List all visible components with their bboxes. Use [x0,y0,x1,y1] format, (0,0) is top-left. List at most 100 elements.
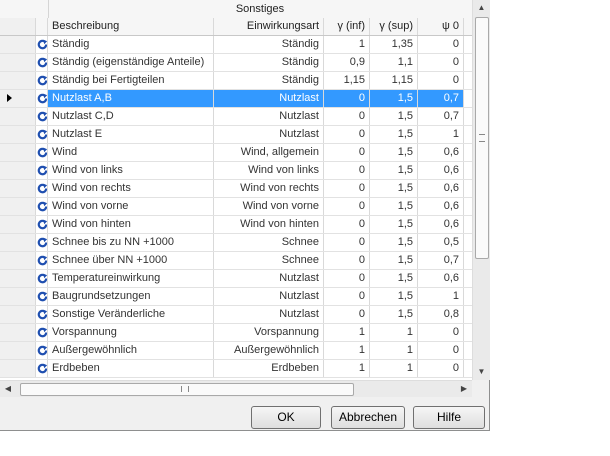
cell-gamma-inf[interactable]: 0 [324,162,370,179]
cell-psi0[interactable]: 0,7 [418,252,464,269]
cell-einwirkungsart[interactable]: Nutzlast [214,306,324,323]
cell-psi0[interactable]: 0 [418,72,464,89]
cell-gamma-sup[interactable]: 1,5 [370,90,418,107]
cell-gamma-inf[interactable]: 0 [324,234,370,251]
cell-psi0[interactable]: 0 [418,36,464,53]
table-row[interactable]: Nutzlast C,D Nutzlast 0 1,5 0,7 [0,108,472,126]
cell-einwirkungsart[interactable]: Ständig [214,72,324,89]
cell-beschreibung[interactable]: Wind von hinten [48,216,214,233]
cell-gamma-sup[interactable]: 1,5 [370,162,418,179]
cell-gamma-inf[interactable]: 1 [324,36,370,53]
refresh-icon[interactable] [36,198,48,215]
row-selector[interactable] [0,342,36,359]
cell-psi0[interactable]: 0 [418,342,464,359]
cell-gamma-inf[interactable]: 0 [324,252,370,269]
refresh-icon[interactable] [36,144,48,161]
cell-beschreibung[interactable]: Wind von links [48,162,214,179]
horizontal-scroll-thumb[interactable] [20,383,354,396]
refresh-icon[interactable] [36,270,48,287]
refresh-icon[interactable] [36,54,48,71]
table-row[interactable]: Ständig Ständig 1 1,35 0 [0,36,472,54]
cell-beschreibung[interactable]: Temperatureinwirkung [48,270,214,287]
cell-gamma-inf[interactable]: 0 [324,306,370,323]
row-selector[interactable] [0,306,36,323]
column-header-beschreibung[interactable]: Beschreibung [48,18,214,35]
cell-gamma-inf[interactable]: 0,9 [324,54,370,71]
cell-beschreibung[interactable]: Sonstige Veränderliche [48,306,214,323]
cell-gamma-sup[interactable]: 1,5 [370,270,418,287]
cell-gamma-sup[interactable]: 1 [370,324,418,341]
cell-einwirkungsart[interactable]: Vorspannung [214,324,324,341]
ok-button[interactable]: OK [251,406,321,429]
cell-gamma-inf[interactable]: 1 [324,324,370,341]
refresh-icon[interactable] [36,108,48,125]
cell-gamma-inf[interactable]: 0 [324,126,370,143]
cell-beschreibung[interactable]: Ständig [48,36,214,53]
refresh-icon[interactable] [36,126,48,143]
scroll-right-arrow-icon[interactable]: ▶ [456,381,472,397]
refresh-icon[interactable] [36,252,48,269]
table-row[interactable]: Sonstige Veränderliche Nutzlast 0 1,5 0,8 [0,306,472,324]
refresh-icon[interactable] [36,180,48,197]
cell-einwirkungsart[interactable]: Ständig [214,36,324,53]
cell-beschreibung[interactable]: Ständig (eigenständige Anteile) [48,54,214,71]
row-selector[interactable] [0,108,36,125]
cell-gamma-inf[interactable]: 0 [324,144,370,161]
cell-einwirkungsart[interactable]: Wind, allgemein [214,144,324,161]
cell-beschreibung[interactable]: Außergewöhnlich [48,342,214,359]
row-selector[interactable] [0,180,36,197]
cell-gamma-sup[interactable]: 1,15 [370,72,418,89]
cell-psi0[interactable]: 0,6 [418,198,464,215]
cell-psi0[interactable]: 0,5 [418,234,464,251]
cell-beschreibung[interactable]: Nutzlast C,D [48,108,214,125]
table-row[interactable]: Außergewöhnlich Außergewöhnlich 1 1 0 [0,342,472,360]
refresh-icon[interactable] [36,216,48,233]
cell-gamma-inf[interactable]: 0 [324,270,370,287]
refresh-icon[interactable] [36,288,48,305]
refresh-icon[interactable] [36,324,48,341]
cell-beschreibung[interactable]: Schnee bis zu NN +1000 [48,234,214,251]
column-header-psi0[interactable]: ψ 0 [418,18,464,35]
cell-beschreibung[interactable]: Baugrundsetzungen [48,288,214,305]
vertical-scroll-thumb[interactable] [475,17,489,259]
cell-gamma-sup[interactable]: 1,5 [370,216,418,233]
cell-psi0[interactable]: 0,6 [418,180,464,197]
cell-gamma-inf[interactable]: 0 [324,216,370,233]
cell-psi0[interactable]: 1 [418,288,464,305]
cell-beschreibung[interactable]: Wind von rechts [48,180,214,197]
refresh-icon[interactable] [36,342,48,359]
column-header-gamma-inf[interactable]: γ (inf) [324,18,370,35]
cell-psi0[interactable]: 0,6 [418,270,464,287]
row-selector[interactable] [0,54,36,71]
refresh-icon[interactable] [36,234,48,251]
cell-einwirkungsart[interactable]: Nutzlast [214,108,324,125]
refresh-icon[interactable] [36,72,48,89]
cell-beschreibung[interactable]: Wind [48,144,214,161]
column-header-einwirkungsart[interactable]: Einwirkungsart [214,18,324,35]
cell-gamma-sup[interactable]: 1,5 [370,288,418,305]
table-row[interactable]: Erdbeben Erdbeben 1 1 0 [0,360,472,378]
vertical-scrollbar[interactable]: ▲ ▼ [472,0,490,380]
cell-gamma-sup[interactable]: 1,5 [370,126,418,143]
table-row[interactable]: Wind von rechts Wind von rechts 0 1,5 0,6 [0,180,472,198]
cell-gamma-inf[interactable]: 1 [324,360,370,377]
row-selector[interactable] [0,288,36,305]
cell-gamma-sup[interactable]: 1,1 [370,54,418,71]
cell-gamma-inf[interactable]: 0 [324,180,370,197]
cell-gamma-inf[interactable]: 1 [324,342,370,359]
scroll-down-arrow-icon[interactable]: ▼ [473,364,490,380]
row-selector[interactable] [0,144,36,161]
cell-einwirkungsart[interactable]: Erdbeben [214,360,324,377]
table-row[interactable]: Ständig bei Fertigteilen Ständig 1,15 1,15 0 [0,72,472,90]
row-selector[interactable] [0,162,36,179]
row-selector[interactable] [0,90,36,107]
cell-beschreibung[interactable]: Schnee über NN +1000 [48,252,214,269]
cell-einwirkungsart[interactable]: Wind von hinten [214,216,324,233]
cell-beschreibung[interactable]: Erdbeben [48,360,214,377]
table-row[interactable]: Wind Wind, allgemein 0 1,5 0,6 [0,144,472,162]
table-row[interactable]: Wind von vorne Wind von vorne 0 1,5 0,6 [0,198,472,216]
cell-einwirkungsart[interactable]: Nutzlast [214,288,324,305]
cell-gamma-inf[interactable]: 0 [324,198,370,215]
table-row[interactable]: Vorspannung Vorspannung 1 1 0 [0,324,472,342]
row-selector[interactable] [0,198,36,215]
